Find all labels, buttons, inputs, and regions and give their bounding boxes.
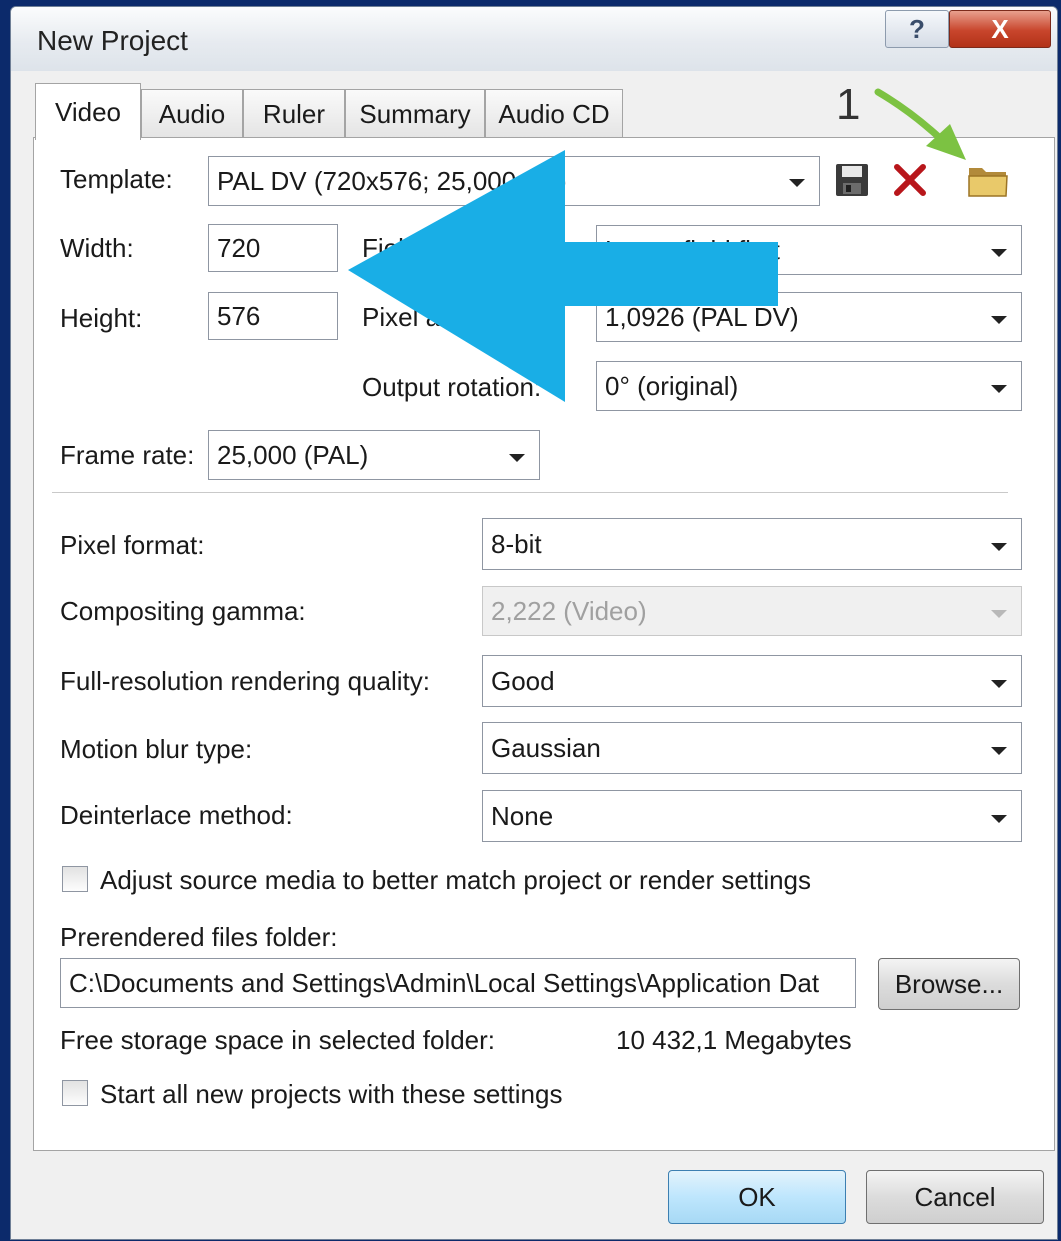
tab-audio[interactable]: Audio xyxy=(141,89,243,138)
pixel-format-dropdown[interactable]: 8-bit xyxy=(482,518,1022,570)
rendering-quality-dropdown[interactable]: Good xyxy=(482,655,1022,707)
motion-blur-dropdown[interactable]: Gaussian xyxy=(482,722,1022,774)
chevron-down-icon xyxy=(991,680,1007,688)
prerendered-folder-path: C:\Documents and Settings\Admin\Local Se… xyxy=(69,967,820,998)
free-space-value: 10 432,1 Megabytes xyxy=(616,1025,852,1055)
pixel-aspect-value: 1,0926 (PAL DV) xyxy=(605,301,799,332)
height-value: 576 xyxy=(217,300,261,331)
pixel-aspect-label: Pixel aspect ratio: xyxy=(362,302,568,332)
annotation-number: 1 xyxy=(836,80,861,129)
help-icon: ? xyxy=(909,13,925,44)
height-input[interactable]: 576 xyxy=(208,292,338,340)
rendering-quality-label: Full-resolution rendering quality: xyxy=(60,666,430,696)
tab-summary[interactable]: Summary xyxy=(345,89,485,138)
prerendered-folder-label: Prerendered files folder: xyxy=(60,922,338,952)
section-divider xyxy=(52,492,1008,493)
prerendered-folder-input[interactable]: C:\Documents and Settings\Admin\Local Se… xyxy=(60,958,856,1008)
adjust-source-label: Adjust source media to better match proj… xyxy=(100,865,812,895)
adjust-source-checkbox[interactable] xyxy=(62,866,88,892)
output-rotation-label: Output rotation: xyxy=(362,372,542,402)
free-space-label: Free storage space in selected folder: xyxy=(60,1025,496,1055)
width-input[interactable]: 720 xyxy=(208,224,338,272)
start-all-label: Start all new projects with these settin… xyxy=(100,1079,563,1109)
tab-ruler[interactable]: Ruler xyxy=(243,89,345,138)
title-bar: New Project ? X xyxy=(11,7,1057,71)
ok-button[interactable]: OK xyxy=(668,1170,846,1224)
template-label: Template: xyxy=(60,164,173,194)
chevron-down-icon xyxy=(991,610,1007,618)
browse-button[interactable]: Browse... xyxy=(878,958,1020,1010)
open-folder-icon[interactable] xyxy=(966,160,1010,200)
tab-video[interactable]: Video xyxy=(35,83,141,140)
deinterlace-value: None xyxy=(491,800,554,831)
pixel-format-value: 8-bit xyxy=(491,528,542,559)
save-icon[interactable] xyxy=(834,162,870,198)
frame-rate-value: 25,000 (PAL) xyxy=(217,439,369,470)
frame-rate-label: Frame rate: xyxy=(60,440,195,470)
frame-rate-dropdown[interactable]: 25,000 (PAL) xyxy=(208,430,540,480)
output-rotation-value: 0° (original) xyxy=(605,370,739,401)
tab-audio-cd[interactable]: Audio CD xyxy=(485,89,623,138)
deinterlace-label: Deinterlace method: xyxy=(60,800,293,830)
chevron-down-icon xyxy=(509,454,525,462)
width-label: Width: xyxy=(60,233,134,263)
field-order-label: Field order: xyxy=(362,233,494,263)
chevron-down-icon xyxy=(991,316,1007,324)
height-label: Height: xyxy=(60,303,143,333)
field-order-dropdown[interactable]: Lower field first xyxy=(596,225,1022,275)
cancel-button[interactable]: Cancel xyxy=(866,1170,1044,1224)
motion-blur-value: Gaussian xyxy=(491,732,601,763)
rendering-quality-value: Good xyxy=(491,665,555,696)
close-button[interactable]: X xyxy=(949,10,1051,48)
chevron-down-icon xyxy=(991,815,1007,823)
compositing-gamma-dropdown: 2,222 (Video) xyxy=(482,586,1022,636)
delete-icon[interactable] xyxy=(892,162,928,198)
width-value: 720 xyxy=(217,232,261,263)
pixel-aspect-dropdown[interactable]: 1,0926 (PAL DV) xyxy=(596,292,1022,342)
close-icon: X xyxy=(991,13,1009,44)
compositing-gamma-value: 2,222 (Video) xyxy=(491,595,647,626)
chevron-down-icon xyxy=(991,747,1007,755)
output-rotation-dropdown[interactable]: 0° (original) xyxy=(596,361,1022,411)
chevron-down-icon xyxy=(991,249,1007,257)
window-title: New Project xyxy=(37,25,188,56)
template-dropdown[interactable]: PAL DV (720x576; 25,000 fps) xyxy=(208,156,820,206)
start-all-checkbox[interactable] xyxy=(62,1080,88,1106)
field-order-value: Lower field first xyxy=(605,234,780,265)
pixel-format-label: Pixel format: xyxy=(60,530,205,560)
deinterlace-dropdown[interactable]: None xyxy=(482,790,1022,842)
help-button[interactable]: ? xyxy=(885,10,949,48)
chevron-down-icon xyxy=(991,385,1007,393)
compositing-gamma-label: Compositing gamma: xyxy=(60,596,306,626)
motion-blur-label: Motion blur type: xyxy=(60,734,253,764)
chevron-down-icon xyxy=(991,543,1007,551)
chevron-down-icon xyxy=(789,179,805,187)
template-value: PAL DV (720x576; 25,000 fps) xyxy=(217,165,567,196)
